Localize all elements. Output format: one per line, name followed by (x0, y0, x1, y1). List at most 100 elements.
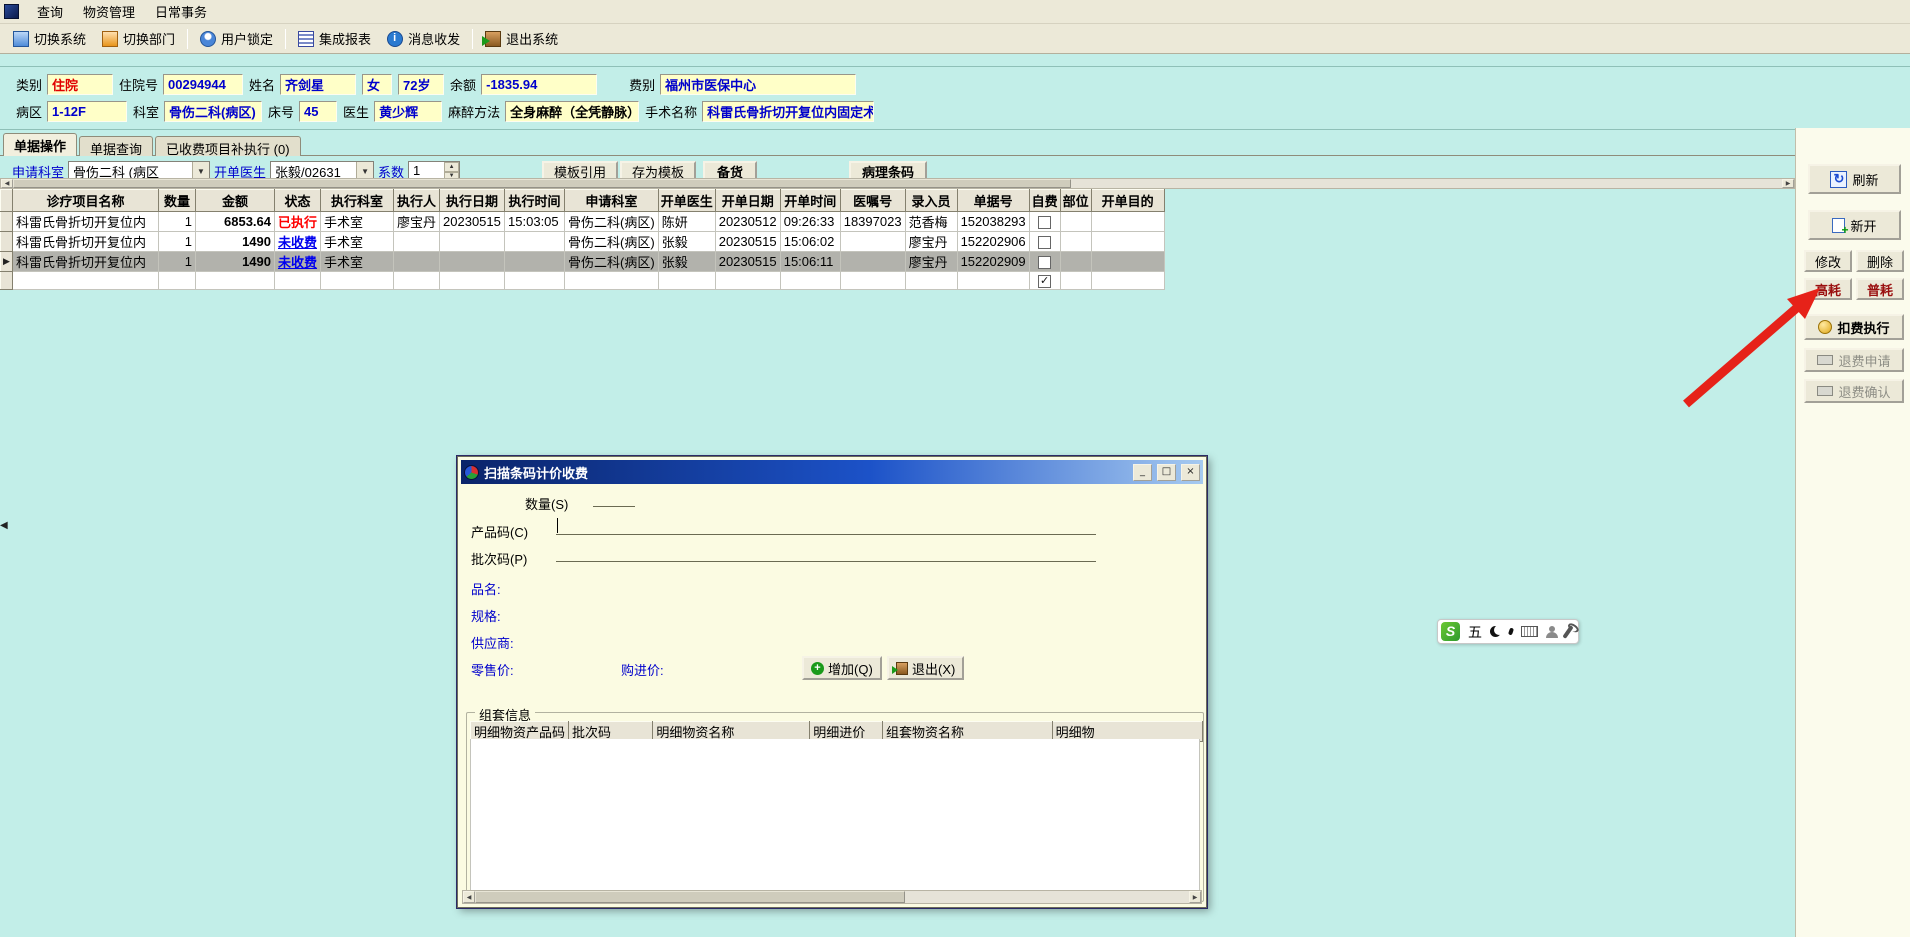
grid-horizontal-scrollbar[interactable]: ◀ ▶ (0, 178, 1795, 189)
ime-settings-icon[interactable] (1562, 624, 1574, 639)
surgery-name-label: 手术名称 (645, 105, 698, 120)
cell-apply_dept (564, 271, 659, 290)
product-code-input[interactable] (556, 516, 1096, 535)
grid-col-order_no[interactable]: 医嘱号 (839, 189, 906, 212)
punctuation-icon[interactable] (1508, 627, 1514, 636)
dialog-title-bar[interactable]: 扫描条码计价收费 _ □ × (461, 460, 1203, 484)
grid-col-executor[interactable]: 执行人 (393, 189, 441, 212)
row-selector-cell[interactable] (0, 211, 13, 232)
switch-system-label: 切换系统 (34, 32, 87, 47)
grid-row-3[interactable]: ✓ (0, 271, 1165, 290)
grid-col-doc_no[interactable]: 单据号 (956, 189, 1030, 212)
grid-col-order_time[interactable]: 开单时间 (779, 189, 841, 212)
refund-confirm-button[interactable]: 退费确认 (1804, 379, 1904, 403)
cell-exec_time (504, 251, 566, 272)
soft-keyboard-icon[interactable] (1521, 626, 1538, 637)
refresh-button[interactable]: ↻ 刷新 (1808, 164, 1901, 194)
row-selector-cell[interactable] (0, 231, 13, 252)
scroll-left-icon[interactable]: ◀ (1, 179, 13, 188)
dialog-horizontal-scrollbar[interactable]: ◀ ▶ (462, 890, 1202, 904)
grid-col-qty[interactable]: 数量 (158, 189, 196, 212)
cell-doc_no (957, 271, 1030, 290)
new-button[interactable]: 新开 (1808, 210, 1901, 240)
selfpay-checkbox[interactable]: ✓ (1038, 275, 1052, 289)
tab-1[interactable]: 单据查询 (79, 136, 154, 157)
menu-item-materials[interactable]: 物资管理 (73, 0, 145, 24)
ime-account-icon[interactable] (1546, 625, 1558, 638)
switch-system-button[interactable]: 切换系统 (5, 25, 94, 52)
grid-col-status[interactable]: 状态 (273, 189, 322, 212)
add-button[interactable]: + 增加(Q) (802, 656, 882, 680)
grid-col-entry[interactable]: 录入员 (904, 189, 958, 212)
scrollbar-thumb[interactable] (13, 179, 1071, 188)
selfpay-checkbox[interactable] (1038, 256, 1052, 270)
cell-order_date (715, 271, 781, 290)
grid-col-purpose[interactable]: 开单目的 (1090, 189, 1165, 212)
ime-toolbar[interactable]: S 五 (1437, 619, 1579, 644)
batch-code-input[interactable] (556, 543, 1096, 562)
close-icon[interactable]: × (1181, 463, 1200, 481)
cell-order_no: 18397023 (840, 211, 906, 232)
ime-logo-icon[interactable]: S (1441, 622, 1460, 641)
switch-dept-icon (102, 30, 119, 47)
exit-button[interactable]: 退出系统 (477, 25, 566, 52)
cell-exec_date (439, 251, 506, 272)
tab-0[interactable]: 单据操作 (3, 133, 78, 156)
refresh-label: 刷新 (1852, 172, 1879, 188)
grid-col-exec_time[interactable]: 执行时间 (504, 189, 566, 212)
scrollbar-thumb[interactable] (475, 891, 905, 903)
row-selector-cell[interactable] (0, 271, 13, 290)
dept-label: 科室 (133, 105, 160, 120)
normal-consumable-button[interactable]: 普耗 (1856, 278, 1904, 300)
grid-col-exec_date[interactable]: 执行日期 (439, 189, 506, 212)
selfpay-checkbox[interactable] (1038, 216, 1052, 230)
high-consumable-button[interactable]: 高耗 (1804, 278, 1852, 300)
deduct-execute-button[interactable]: 扣费执行 (1804, 314, 1904, 340)
menu-item-daily[interactable]: 日常事务 (145, 0, 217, 24)
qty-label: 数量(S) (525, 497, 569, 512)
grid-col-order_date[interactable]: 开单日期 (714, 189, 781, 212)
balance-label: 余额 (450, 78, 477, 93)
message-button[interactable]: 消息收发 (379, 25, 468, 52)
grid-row-2[interactable]: ▶ 科雷氏骨折切开复位内 1 1490 未收费 手术室 骨伤二科(病区) 张毅 20230515… (0, 251, 1165, 272)
switch-dept-button[interactable]: 切换部门 (94, 25, 183, 52)
user-lock-button[interactable]: 用户锁定 (192, 25, 281, 52)
grid-col-self[interactable]: 自费 (1028, 189, 1061, 212)
cell-self (1029, 211, 1061, 232)
grid-row-1[interactable]: 科雷氏骨折切开复位内 1 1490 未收费 手术室 骨伤二科(病区) 张毅 20230515 1… (0, 231, 1165, 252)
delete-button[interactable]: 删除 (1856, 250, 1904, 272)
modify-button[interactable]: 修改 (1804, 250, 1852, 272)
refund-apply-button[interactable]: 退费申请 (1804, 348, 1904, 372)
selfpay-checkbox[interactable] (1038, 236, 1052, 250)
report-button[interactable]: 集成报表 (290, 25, 379, 52)
grid-col-part[interactable]: 部位 (1059, 189, 1092, 212)
cell-qty (158, 271, 196, 290)
grid-col-exec_dept[interactable]: 执行科室 (320, 189, 395, 212)
fee-type-label: 费别 (629, 78, 656, 93)
panel-collapse-icon[interactable]: ◀ (0, 520, 8, 531)
grid-col-apply_dept[interactable]: 申请科室 (564, 189, 659, 212)
grid-col-amount[interactable]: 金额 (195, 189, 275, 212)
scroll-right-icon[interactable]: ▶ (1189, 891, 1201, 903)
spin-up-icon[interactable]: ▲ (444, 162, 460, 172)
grid-col-doctor[interactable]: 开单医生 (657, 189, 716, 212)
dept-field: 骨伤二科(病区) (164, 101, 263, 122)
qty-input[interactable] (593, 488, 635, 507)
cell-exec_time (504, 271, 566, 290)
cell-amount: 6853.64 (195, 211, 275, 232)
scroll-right-icon[interactable]: ▶ (1782, 179, 1794, 188)
tab-2[interactable]: 已收费项目补执行 (0) (155, 136, 301, 157)
menu-item-query[interactable]: 查询 (27, 0, 73, 24)
minimize-icon[interactable]: _ (1133, 463, 1152, 481)
row-selector-cell[interactable]: ▶ (0, 251, 13, 272)
set-info-list[interactable] (470, 739, 1200, 896)
half-full-width-icon[interactable] (1490, 625, 1504, 637)
maximize-icon[interactable]: □ (1157, 463, 1176, 481)
scroll-left-icon[interactable]: ◀ (463, 891, 475, 903)
exit-button[interactable]: 退出(X) (887, 656, 965, 680)
cell-order_no (840, 251, 906, 272)
grid-col-name[interactable]: 诊疗项目名称 (12, 189, 159, 212)
ime-mode-label[interactable]: 五 (1468, 622, 1482, 642)
cell-exec_date: 20230515 (439, 211, 506, 232)
grid-row-0[interactable]: 科雷氏骨折切开复位内 1 6853.64 已执行 手术室 廖宝丹 20230515 15:03… (0, 211, 1165, 232)
